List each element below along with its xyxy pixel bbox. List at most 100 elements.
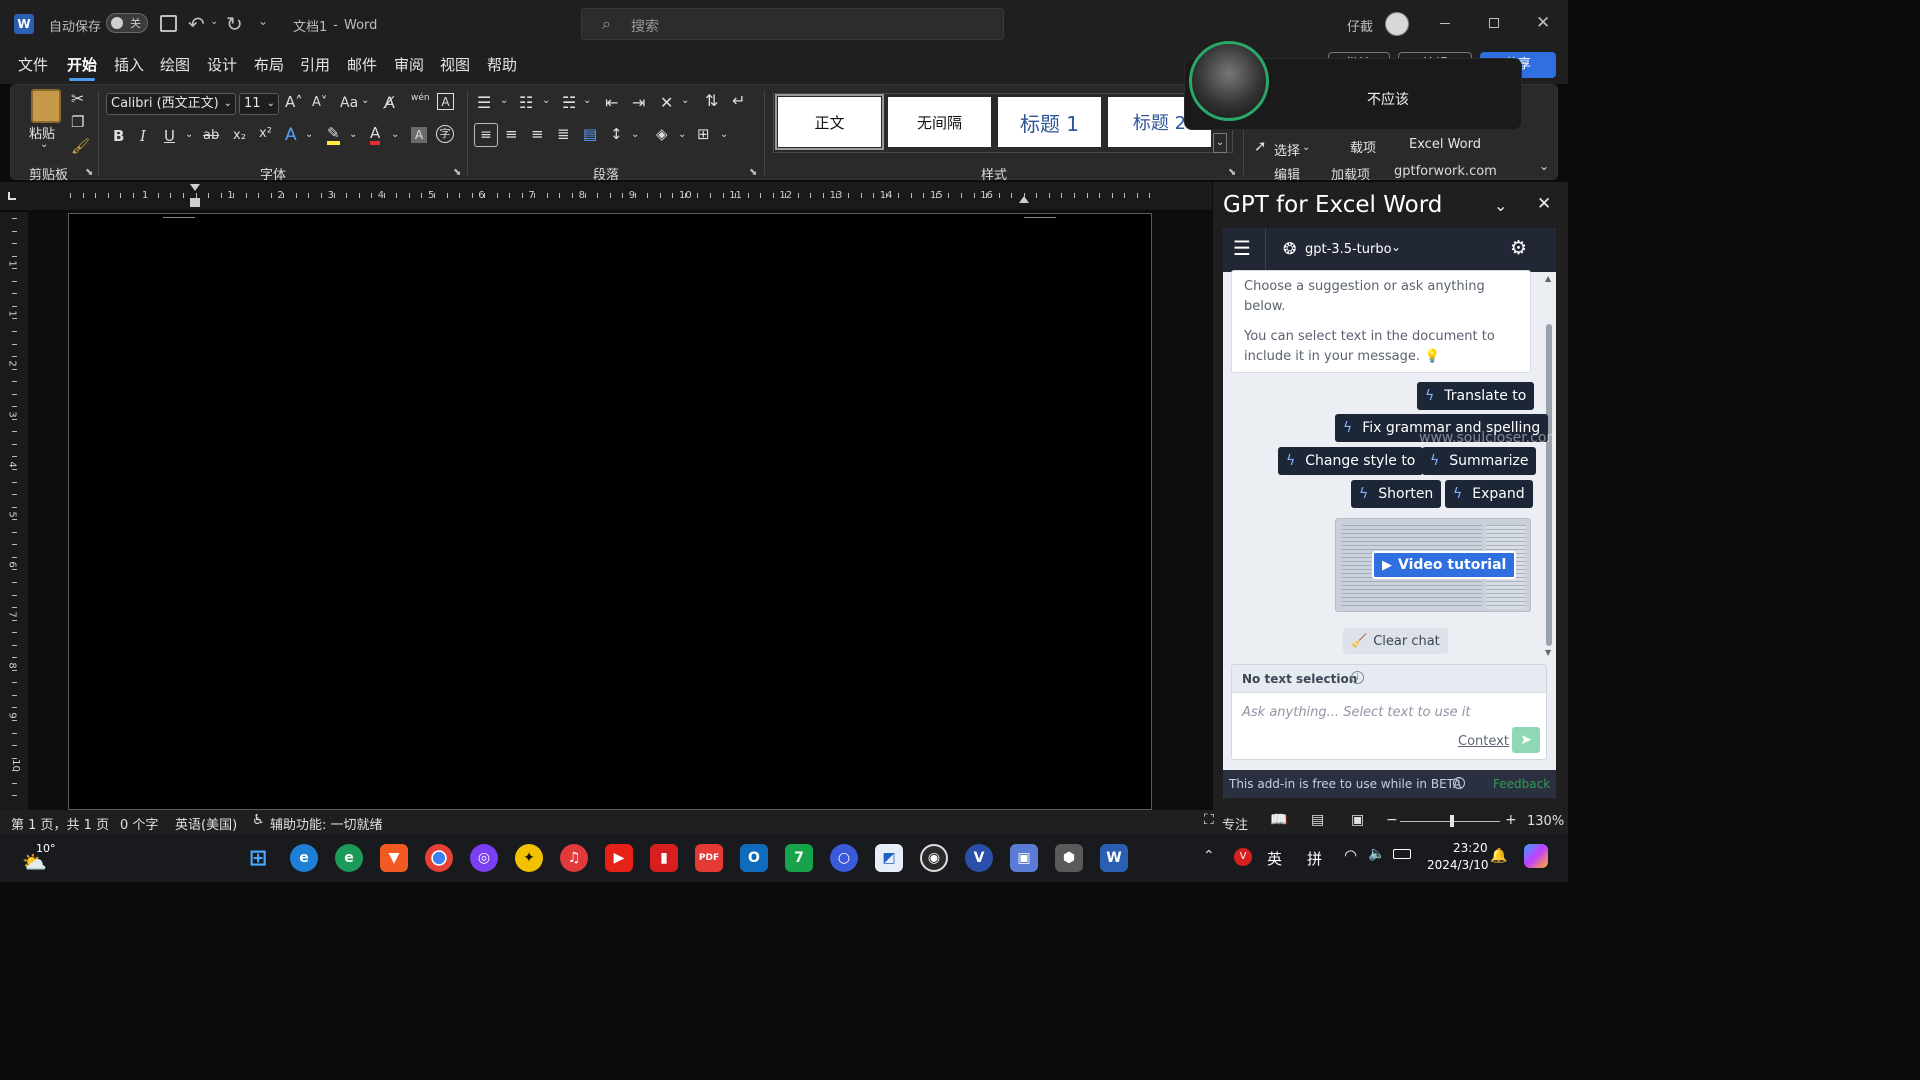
styles-more-button[interactable]: ⌄ xyxy=(1213,133,1227,153)
tab-file[interactable]: 文件 xyxy=(18,54,48,75)
notifications-bell-icon[interactable]: 🔔 xyxy=(1490,848,1507,864)
redo-icon[interactable]: ↻ xyxy=(226,12,243,36)
circle-app-icon[interactable]: ○ xyxy=(830,844,858,872)
print-layout-icon[interactable]: ▤ xyxy=(1311,812,1324,828)
change-case-icon[interactable]: Aa xyxy=(340,95,358,111)
start-button[interactable]: ⊞ xyxy=(244,844,272,872)
chevron-down-icon[interactable]: ⌄ xyxy=(542,95,550,106)
line-spacing-icon[interactable]: ↕ xyxy=(610,125,623,143)
volume-icon[interactable]: 🔈 xyxy=(1368,846,1385,862)
font-name-combo[interactable]: Calibri (西文正文) ⌄ xyxy=(106,93,236,115)
styles-launcher-icon[interactable]: ⬊ xyxy=(1228,167,1236,178)
clear-formatting-icon[interactable]: A̸ xyxy=(384,93,395,112)
user-avatar[interactable] xyxy=(1385,12,1409,36)
copy-icon[interactable]: ❐ xyxy=(71,113,84,131)
chevron-down-icon[interactable]: ⌄ xyxy=(305,129,313,140)
chevron-down-icon[interactable]: ⌄ xyxy=(500,95,508,106)
weather-widget[interactable]: ⛅ 10° xyxy=(22,842,62,874)
chevron-down-icon[interactable]: ⌄ xyxy=(1302,142,1310,153)
cut-icon[interactable]: ✂ xyxy=(71,89,84,108)
suggestion-translate[interactable]: ϟ Translate to xyxy=(1417,382,1535,410)
tab-insert[interactable]: 插入 xyxy=(114,54,144,75)
underline-icon[interactable]: U xyxy=(164,127,175,145)
bold-icon[interactable]: B xyxy=(113,127,124,145)
tab-design[interactable]: 设计 xyxy=(207,54,237,75)
tab-review[interactable]: 审阅 xyxy=(394,54,424,75)
tab-draw[interactable]: 绘图 xyxy=(160,54,190,75)
align-left-icon[interactable]: ≡ xyxy=(474,123,498,147)
show-marks-icon[interactable]: ↵ xyxy=(732,91,745,110)
ime-language[interactable]: 英 xyxy=(1267,848,1282,869)
accessibility-status[interactable]: 辅助功能: 一切就绪 xyxy=(270,814,383,833)
asian-layout-icon[interactable]: ✕ xyxy=(660,93,673,112)
focus-icon[interactable]: ⛶ xyxy=(1204,812,1214,828)
video-tutorial-button[interactable]: ▶ Video tutorial xyxy=(1372,551,1517,579)
increase-indent-icon[interactable]: ⇥ xyxy=(632,93,645,112)
suggestion-summarize[interactable]: ϟ Summarize xyxy=(1422,447,1537,475)
obs-icon[interactable]: ◉ xyxy=(920,844,948,872)
align-center-icon[interactable]: ≡ xyxy=(505,125,518,143)
bullets-icon[interactable]: ☰ xyxy=(477,93,491,112)
chrome-browser-icon[interactable] xyxy=(425,844,453,872)
yellow-app-icon[interactable]: ✦ xyxy=(515,844,543,872)
phonetic-guide-icon[interactable]: wén xyxy=(411,93,430,103)
search-box[interactable]: ⌕ 搜索 xyxy=(581,8,1004,40)
tab-view[interactable]: 视图 xyxy=(440,54,470,75)
send-button[interactable]: ➤ xyxy=(1512,727,1540,753)
chevron-down-icon[interactable]: ⌄ xyxy=(391,129,399,140)
outlook-icon[interactable]: O xyxy=(740,844,768,872)
undo-icon[interactable]: ↶ xyxy=(188,12,205,36)
notification-popup[interactable]: 不应该 xyxy=(1184,41,1522,130)
feedback-link[interactable]: Feedback xyxy=(1493,777,1550,791)
sort-icon[interactable]: ⇅ xyxy=(705,91,718,110)
web-layout-icon[interactable]: ▣ xyxy=(1351,812,1364,828)
clear-chat-button[interactable]: 🧹 Clear chat xyxy=(1343,628,1448,654)
highlight-icon[interactable]: ✎ xyxy=(327,126,340,145)
horizontal-ruler[interactable]: 112345678910111213141516 xyxy=(0,182,1212,210)
save-icon[interactable] xyxy=(160,15,177,32)
suggestion-expand[interactable]: ϟ Expand xyxy=(1445,480,1533,508)
vertical-ruler[interactable]: 11234567891011 xyxy=(0,212,28,822)
subscript-icon[interactable]: x₂ xyxy=(233,128,246,143)
chevron-down-icon[interactable]: ⌄ xyxy=(681,95,689,106)
borders-icon[interactable]: ⊞ xyxy=(697,125,710,143)
style-normal[interactable]: 正文 xyxy=(775,94,884,150)
edge-dev-icon[interactable]: e xyxy=(335,844,363,872)
font-size-combo[interactable]: 11 ⌄ xyxy=(239,93,279,115)
text-effects-icon[interactable]: A xyxy=(285,125,297,145)
multilevel-list-icon[interactable]: ☵ xyxy=(562,93,576,112)
remote-desktop-icon[interactable]: ▣ xyxy=(1010,844,1038,872)
show-hidden-icons[interactable]: ⌃ xyxy=(1203,848,1215,864)
suggestion-change-style[interactable]: ϟ Change style to xyxy=(1278,447,1424,475)
green-app-icon[interactable]: 7 xyxy=(785,844,813,872)
suggestion-shorten[interactable]: ϟ Shorten xyxy=(1351,480,1442,508)
grow-font-icon[interactable]: A˄ xyxy=(285,93,303,111)
restore-icon[interactable] xyxy=(1489,18,1499,28)
chevron-down-icon[interactable]: ⌄ xyxy=(361,95,369,106)
read-mode-icon[interactable]: 📖 xyxy=(1270,812,1287,828)
minimize-icon[interactable] xyxy=(1440,23,1450,24)
language[interactable]: 英语(美国) xyxy=(175,814,237,833)
battery-icon[interactable] xyxy=(1393,849,1411,859)
zoom-level[interactable]: 130% xyxy=(1527,814,1564,829)
hex-app-icon[interactable]: ⬢ xyxy=(1055,844,1083,872)
chat-input[interactable]: Ask anything... Select text to use it xyxy=(1242,705,1470,720)
shading-icon[interactable]: ◈ xyxy=(656,125,668,143)
decrease-indent-icon[interactable]: ⇤ xyxy=(605,93,618,112)
word-count[interactable]: 0 个字 xyxy=(120,814,158,833)
character-border-icon[interactable]: A xyxy=(437,93,454,110)
zoom-slider[interactable] xyxy=(1400,815,1500,827)
font-launcher-icon[interactable]: ⬊ xyxy=(453,167,461,178)
pdf-app-icon[interactable]: PDF xyxy=(695,844,723,872)
focus-label[interactable]: 专注 xyxy=(1222,814,1248,833)
zoom-out-icon[interactable]: − xyxy=(1386,812,1398,828)
distributed-icon[interactable]: ▤ xyxy=(583,125,597,143)
tab-layout[interactable]: 布局 xyxy=(254,54,284,75)
paste-dropdown-icon[interactable]: ⌄ xyxy=(40,139,48,150)
model-selector[interactable]: gpt-3.5-turbo xyxy=(1305,242,1392,257)
left-indent-marker[interactable] xyxy=(190,184,200,191)
info-icon[interactable]: i xyxy=(1351,671,1364,684)
media-app-icon[interactable]: ◎ xyxy=(470,844,498,872)
page-info[interactable]: 第 1 页，共 1 页 xyxy=(11,814,109,833)
chevron-down-icon[interactable]: ⌄ xyxy=(720,129,728,140)
